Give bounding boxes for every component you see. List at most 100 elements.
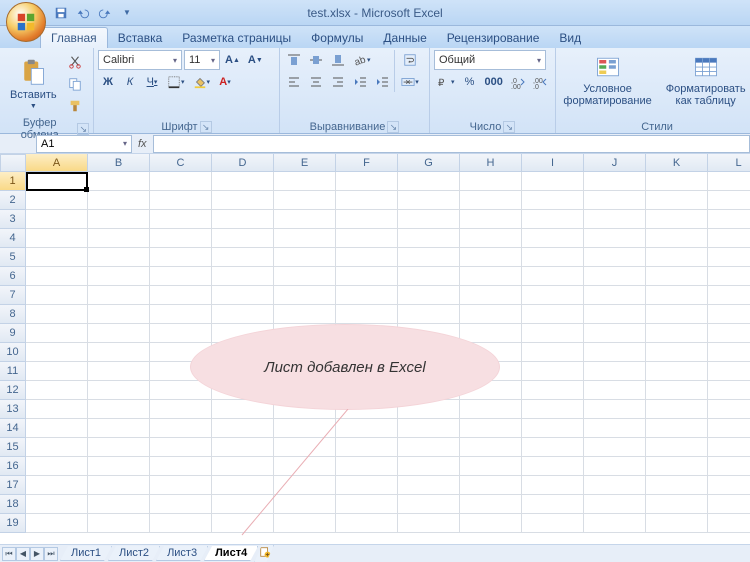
cell[interactable] bbox=[88, 514, 150, 533]
cell[interactable] bbox=[336, 305, 398, 324]
cell[interactable] bbox=[88, 229, 150, 248]
cell[interactable] bbox=[584, 286, 646, 305]
cell[interactable] bbox=[26, 191, 88, 210]
row-header[interactable]: 1 bbox=[0, 172, 26, 191]
column-header[interactable]: H bbox=[460, 154, 522, 172]
cell[interactable] bbox=[584, 210, 646, 229]
cell[interactable] bbox=[584, 362, 646, 381]
cell[interactable] bbox=[336, 476, 398, 495]
cell[interactable] bbox=[88, 172, 150, 191]
cell[interactable] bbox=[646, 229, 708, 248]
cell[interactable] bbox=[26, 229, 88, 248]
ribbon-tab-1[interactable]: Вставка bbox=[108, 28, 173, 48]
cell[interactable] bbox=[88, 457, 150, 476]
cell[interactable] bbox=[274, 248, 336, 267]
cell[interactable] bbox=[708, 172, 750, 191]
cell[interactable] bbox=[522, 514, 584, 533]
cell[interactable] bbox=[88, 476, 150, 495]
copy-button[interactable] bbox=[65, 74, 85, 94]
cell[interactable] bbox=[26, 400, 88, 419]
cell[interactable] bbox=[460, 267, 522, 286]
cell[interactable] bbox=[460, 419, 522, 438]
cell[interactable] bbox=[398, 267, 460, 286]
select-all-corner[interactable] bbox=[0, 154, 26, 172]
cell[interactable] bbox=[460, 324, 522, 343]
column-header[interactable]: C bbox=[150, 154, 212, 172]
cell[interactable] bbox=[522, 229, 584, 248]
wrap-text-button[interactable] bbox=[398, 50, 422, 70]
cell[interactable] bbox=[26, 514, 88, 533]
increase-decimal-button[interactable]: ,0,00 bbox=[508, 72, 528, 92]
cell[interactable] bbox=[522, 438, 584, 457]
cell[interactable] bbox=[336, 229, 398, 248]
font-color-button[interactable]: A▾ bbox=[215, 72, 235, 92]
row-header[interactable]: 11 bbox=[0, 362, 26, 381]
cell[interactable] bbox=[708, 495, 750, 514]
row-header[interactable]: 9 bbox=[0, 324, 26, 343]
cell[interactable] bbox=[708, 267, 750, 286]
cell[interactable] bbox=[212, 476, 274, 495]
cell[interactable] bbox=[336, 210, 398, 229]
cell[interactable] bbox=[88, 400, 150, 419]
cell[interactable] bbox=[274, 495, 336, 514]
cell[interactable] bbox=[584, 476, 646, 495]
cell[interactable] bbox=[26, 267, 88, 286]
cell[interactable] bbox=[584, 400, 646, 419]
cell[interactable] bbox=[460, 514, 522, 533]
number-format-combo[interactable]: Общий ▾ bbox=[434, 50, 546, 70]
cell[interactable] bbox=[150, 210, 212, 229]
sheet-tab-1[interactable]: Лист2 bbox=[108, 546, 160, 561]
row-header[interactable]: 17 bbox=[0, 476, 26, 495]
cell[interactable] bbox=[336, 438, 398, 457]
row-header[interactable]: 8 bbox=[0, 305, 26, 324]
cell[interactable] bbox=[646, 495, 708, 514]
row-header[interactable]: 7 bbox=[0, 286, 26, 305]
cell[interactable] bbox=[584, 267, 646, 286]
cell[interactable] bbox=[398, 495, 460, 514]
cell[interactable] bbox=[522, 457, 584, 476]
sheet-tab-2[interactable]: Лист3 bbox=[156, 546, 208, 561]
cell[interactable] bbox=[460, 438, 522, 457]
cell[interactable] bbox=[584, 305, 646, 324]
fill-color-button[interactable]: ▾ bbox=[190, 72, 214, 92]
cell[interactable] bbox=[150, 248, 212, 267]
cell[interactable] bbox=[398, 305, 460, 324]
cell[interactable] bbox=[460, 172, 522, 191]
cell[interactable] bbox=[522, 362, 584, 381]
cell[interactable] bbox=[88, 381, 150, 400]
row-header[interactable]: 13 bbox=[0, 400, 26, 419]
cell[interactable] bbox=[708, 362, 750, 381]
cell[interactable] bbox=[584, 229, 646, 248]
cell[interactable] bbox=[646, 324, 708, 343]
formula-input[interactable] bbox=[153, 135, 750, 153]
cell[interactable] bbox=[398, 457, 460, 476]
row-header[interactable]: 15 bbox=[0, 438, 26, 457]
cell[interactable] bbox=[336, 172, 398, 191]
column-header[interactable]: D bbox=[212, 154, 274, 172]
cell[interactable] bbox=[708, 191, 750, 210]
cell[interactable] bbox=[398, 476, 460, 495]
align-middle-button[interactable] bbox=[306, 50, 326, 70]
cell[interactable] bbox=[274, 438, 336, 457]
cell[interactable] bbox=[336, 457, 398, 476]
cell[interactable] bbox=[584, 381, 646, 400]
cell[interactable] bbox=[336, 267, 398, 286]
cell[interactable] bbox=[708, 476, 750, 495]
cell[interactable] bbox=[522, 267, 584, 286]
cell[interactable] bbox=[584, 191, 646, 210]
cell[interactable] bbox=[150, 457, 212, 476]
cell[interactable] bbox=[398, 286, 460, 305]
cell[interactable] bbox=[212, 457, 274, 476]
cell[interactable] bbox=[460, 457, 522, 476]
cell[interactable] bbox=[26, 381, 88, 400]
cell[interactable] bbox=[708, 514, 750, 533]
cell[interactable] bbox=[646, 476, 708, 495]
cell[interactable] bbox=[274, 457, 336, 476]
sheet-nav-prev-icon[interactable]: ◀ bbox=[16, 547, 30, 561]
percent-button[interactable]: % bbox=[460, 72, 480, 92]
cell[interactable] bbox=[522, 305, 584, 324]
cell[interactable] bbox=[212, 210, 274, 229]
format-painter-button[interactable] bbox=[65, 96, 85, 116]
cell[interactable] bbox=[26, 248, 88, 267]
cell[interactable] bbox=[398, 210, 460, 229]
